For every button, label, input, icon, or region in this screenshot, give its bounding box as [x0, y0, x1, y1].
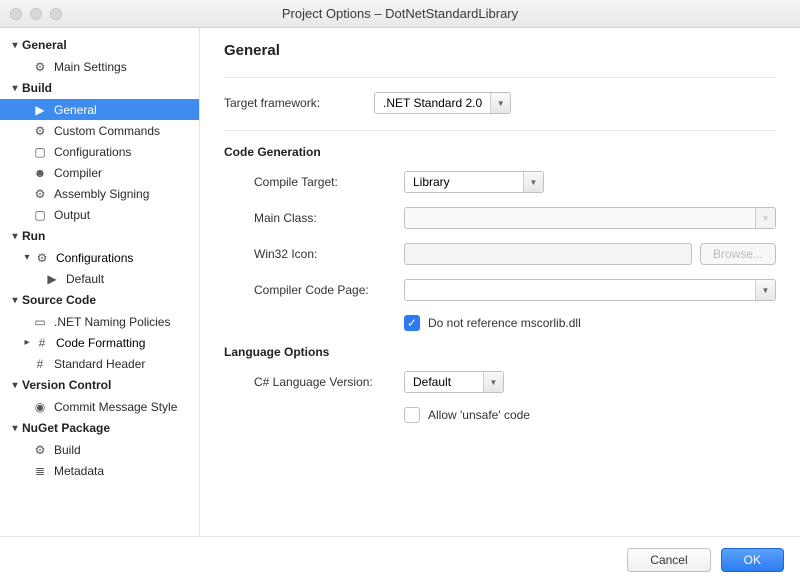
- sidebar-item-nuget-metadata[interactable]: ≣Metadata: [0, 460, 199, 481]
- sidebar-item-run-configurations[interactable]: ▾⚙Configurations: [0, 247, 199, 268]
- sidebar-section-version-control[interactable]: ▾Version Control: [0, 374, 199, 396]
- window-title: Project Options – DotNetStandardLibrary: [0, 6, 800, 21]
- sidebar-item-compiler[interactable]: ☻Compiler: [0, 162, 199, 183]
- win32-icon-label: Win32 Icon:: [254, 247, 404, 261]
- sidebar-section-general[interactable]: ▾General: [0, 34, 199, 56]
- browse-button[interactable]: Browse...: [700, 243, 776, 265]
- cs-version-label: C# Language Version:: [254, 375, 404, 389]
- sidebar-item-main-settings[interactable]: ⚙Main Settings: [0, 56, 199, 77]
- main-class-label: Main Class:: [254, 211, 404, 225]
- sidebar-item-commit-message-style[interactable]: ◉Commit Message Style: [0, 396, 199, 417]
- page-heading: General: [224, 42, 776, 59]
- box-icon: ▢: [32, 207, 48, 223]
- main-panel: General Target framework: .NET Standard …: [200, 28, 800, 536]
- code-page-label: Compiler Code Page:: [254, 283, 404, 297]
- target-framework-select[interactable]: .NET Standard 2.0 ▼: [374, 92, 511, 114]
- sidebar-section-build[interactable]: ▾Build: [0, 77, 199, 99]
- sidebar-item-code-formatting[interactable]: ▸#Code Formatting: [0, 332, 199, 353]
- footer: Cancel OK: [0, 536, 800, 582]
- chevron-down-icon: ▼: [490, 93, 510, 113]
- ok-button[interactable]: OK: [721, 548, 784, 572]
- main-class-select[interactable]: ▼: [404, 207, 776, 229]
- chevron-down-icon: ▼: [483, 372, 503, 392]
- gear-icon: ⚙: [32, 442, 48, 458]
- chevron-down-icon: ▾: [10, 380, 20, 391]
- close-icon[interactable]: [10, 8, 22, 20]
- sidebar-item-output[interactable]: ▢Output: [0, 204, 199, 225]
- hash-icon: #: [34, 335, 50, 351]
- chevron-down-icon: ▼: [523, 172, 543, 192]
- sidebar: ▾General ⚙Main Settings ▾Build ▶General …: [0, 28, 200, 536]
- gear-icon: ⚙: [32, 123, 48, 139]
- hash-icon: #: [32, 356, 48, 372]
- no-mscorlib-checkbox[interactable]: ✓ Do not reference mscorlib.dll: [404, 315, 581, 331]
- sidebar-section-source-code[interactable]: ▾Source Code: [0, 289, 199, 311]
- language-options-title: Language Options: [224, 345, 776, 359]
- divider: [224, 77, 776, 78]
- sidebar-section-nuget[interactable]: ▾NuGet Package: [0, 417, 199, 439]
- win32-icon-field[interactable]: [404, 243, 692, 265]
- code-generation-title: Code Generation: [224, 145, 776, 159]
- cs-version-select[interactable]: Default ▼: [404, 371, 504, 393]
- gear-icon: ⚙: [32, 59, 48, 75]
- sidebar-item-general[interactable]: ▶General: [0, 99, 199, 120]
- check-icon: ◉: [32, 399, 48, 415]
- allow-unsafe-checkbox[interactable]: Allow 'unsafe' code: [404, 407, 530, 423]
- play-icon: ▶: [32, 102, 48, 118]
- sidebar-item-custom-commands[interactable]: ⚙Custom Commands: [0, 120, 199, 141]
- chevron-down-icon: ▾: [10, 295, 20, 306]
- chevron-down-icon: ▾: [10, 40, 20, 51]
- play-icon: ▶: [44, 271, 60, 287]
- compile-target-label: Compile Target:: [254, 175, 404, 189]
- sidebar-item-naming-policies[interactable]: ▭.NET Naming Policies: [0, 311, 199, 332]
- sidebar-item-configurations[interactable]: ▢Configurations: [0, 141, 199, 162]
- chevron-down-icon: ▾: [10, 83, 20, 94]
- checkbox-icon: [404, 407, 420, 423]
- titlebar: Project Options – DotNetStandardLibrary: [0, 0, 800, 28]
- check-icon: ✓: [404, 315, 420, 331]
- gear-icon: ⚙: [32, 186, 48, 202]
- lines-icon: ≣: [32, 463, 48, 479]
- sidebar-section-run[interactable]: ▾Run: [0, 225, 199, 247]
- compile-target-select[interactable]: Library ▼: [404, 171, 544, 193]
- gear-icon: ⚙: [34, 250, 50, 266]
- zoom-icon[interactable]: [50, 8, 62, 20]
- robot-icon: ☻: [32, 165, 48, 181]
- divider: [224, 130, 776, 131]
- sidebar-item-standard-header[interactable]: #Standard Header: [0, 353, 199, 374]
- chevron-down-icon: ▼: [755, 208, 775, 228]
- sidebar-item-assembly-signing[interactable]: ⚙Assembly Signing: [0, 183, 199, 204]
- sidebar-item-nuget-build[interactable]: ⚙Build: [0, 439, 199, 460]
- sidebar-item-default[interactable]: ▶Default: [0, 268, 199, 289]
- chevron-down-icon: ▾: [10, 231, 20, 242]
- tag-icon: ▭: [32, 314, 48, 330]
- box-icon: ▢: [32, 144, 48, 160]
- cancel-button[interactable]: Cancel: [627, 548, 710, 572]
- chevron-down-icon: ▾: [10, 423, 20, 434]
- minimize-icon[interactable]: [30, 8, 42, 20]
- target-framework-label: Target framework:: [224, 96, 374, 110]
- code-page-select[interactable]: ▼: [404, 279, 776, 301]
- chevron-right-icon: ▸: [22, 337, 32, 348]
- chevron-down-icon: ▾: [22, 252, 32, 263]
- chevron-down-icon: ▼: [755, 280, 775, 300]
- window-controls: [10, 8, 62, 20]
